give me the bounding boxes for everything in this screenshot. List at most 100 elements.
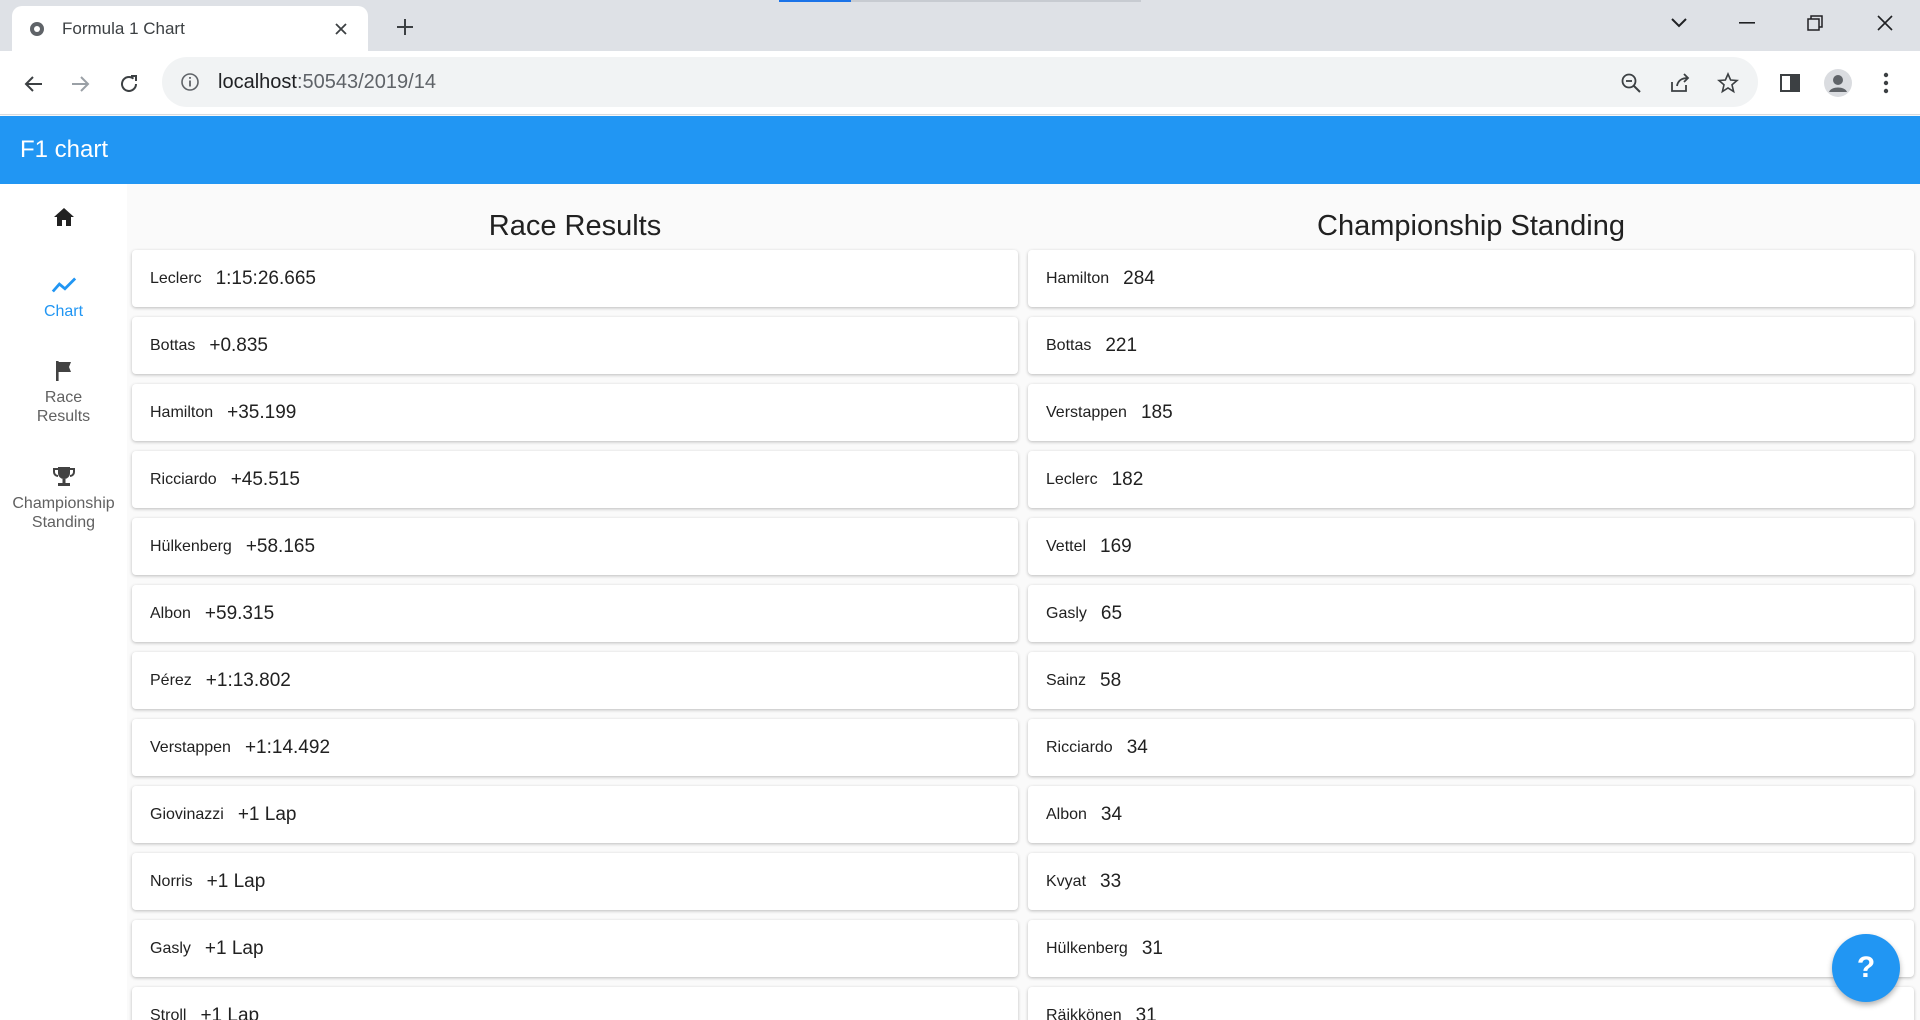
race-result-row: Pérez +1:13.802 — [132, 652, 1018, 709]
race-result-row: Stroll +1 Lap — [132, 987, 1018, 1020]
app-title: F1 chart — [20, 136, 109, 163]
race-results-list: Leclerc 1:15:26.665 Bottas +0.835 Hamilton +3… — [132, 250, 1018, 1020]
race-result-row: Norris +1 Lap — [132, 853, 1018, 910]
standing-driver-name: Räikkönen — [1046, 1006, 1122, 1020]
standing-row: Gasly 65 — [1028, 585, 1914, 642]
minimize-icon[interactable] — [1724, 4, 1770, 42]
standing-value: 31 — [1135, 1004, 1157, 1020]
race-result-value: +35.199 — [227, 401, 297, 423]
standing-driver-name: Albon — [1046, 805, 1087, 823]
standing-driver-name: Hamilton — [1046, 269, 1110, 287]
championship-column: Championship Standing Hamilton 284 Bottas 2… — [1028, 184, 1914, 1020]
address-bar[interactable]: localhost:50543/2019/14 — [162, 57, 1758, 107]
race-result-value: +58.165 — [245, 535, 316, 557]
race-result-driver-name: Hamilton — [150, 403, 214, 421]
tab-title: Formula 1 Chart — [62, 18, 185, 38]
race-result-driver-name: Gasly — [150, 939, 191, 957]
race-result-value: +1:14.492 — [244, 736, 331, 758]
standing-value: 169 — [1100, 535, 1132, 557]
flag-icon — [51, 358, 77, 384]
race-result-row: Albon +59.315 — [132, 585, 1018, 642]
share-icon[interactable] — [1667, 70, 1693, 96]
standing-row: Hamilton 284 — [1028, 250, 1914, 307]
flutter-favicon-icon — [28, 20, 46, 38]
race-result-driver-name: Pérez — [150, 671, 192, 689]
reload-icon[interactable] — [112, 67, 146, 101]
home-icon — [51, 204, 77, 230]
rail-label-championship-standing: Championship Standing — [12, 495, 115, 531]
championship-list: Hamilton 284 Bottas 221 Verstappen 185 Leclerc… — [1028, 250, 1914, 1020]
standing-row: Leclerc 182 — [1028, 451, 1914, 508]
standing-driver-name: Verstappen — [1046, 403, 1127, 421]
race-results-title: Race Results — [488, 210, 662, 242]
browser-menu-icon[interactable] — [1870, 67, 1902, 99]
main-content: Race Results Leclerc 1:15:26.665 Bottas +0.… — [127, 184, 1920, 1020]
bookmark-star-icon[interactable] — [1715, 70, 1741, 96]
app-bar: F1 chart — [0, 116, 1920, 184]
standing-row: Räikkönen 31 — [1028, 987, 1914, 1020]
race-result-row: Leclerc 1:15:26.665 — [132, 250, 1018, 307]
race-result-value: +1 Lap — [206, 870, 266, 892]
rail-item-race-results[interactable]: Race Results — [0, 358, 127, 426]
standing-value: 34 — [1100, 803, 1123, 825]
url-host: localhost — [218, 70, 297, 93]
race-result-value: +0.835 — [209, 334, 269, 356]
site-info-icon[interactable] — [178, 70, 202, 94]
close-window-icon[interactable] — [1862, 4, 1908, 42]
race-result-driver-name: Bottas — [150, 336, 196, 354]
championship-title: Championship Standing — [1317, 210, 1625, 242]
tab-search-icon[interactable] — [1656, 4, 1702, 42]
standing-value: 221 — [1105, 334, 1138, 356]
url-path: :50543/2019/14 — [296, 70, 436, 93]
standing-row: Albon 34 — [1028, 786, 1914, 843]
race-result-driver-name: Albon — [150, 604, 191, 622]
restore-icon[interactable] — [1792, 4, 1838, 42]
race-result-value: +1 Lap — [200, 1004, 260, 1020]
race-result-driver-name: Stroll — [150, 1006, 187, 1020]
race-result-row: Verstappen +1:14.492 — [132, 719, 1018, 776]
back-icon[interactable] — [16, 67, 50, 101]
standing-driver-name: Leclerc — [1046, 470, 1098, 488]
race-result-row: Gasly +1 Lap — [132, 920, 1018, 977]
standing-row: Bottas 221 — [1028, 317, 1914, 374]
browser-toolbar: localhost:50543/2019/14 — [0, 51, 1920, 115]
standing-value: 33 — [1100, 870, 1122, 892]
standing-row: Ricciardo 34 — [1028, 719, 1914, 776]
standing-row: Vettel 169 — [1028, 518, 1914, 575]
standing-row: Hülkenberg 31 — [1028, 920, 1914, 977]
browser-tab[interactable]: Formula 1 Chart — [12, 6, 368, 51]
rail-item-chart[interactable]: Chart — [0, 272, 127, 321]
race-result-value: 1:15:26.665 — [215, 267, 316, 289]
rail-item-home[interactable] — [0, 204, 127, 234]
standing-driver-name: Sainz — [1046, 671, 1087, 689]
help-button[interactable]: ? — [1832, 934, 1900, 1002]
race-result-value: +1 Lap — [237, 803, 297, 825]
standing-row: Sainz 58 — [1028, 652, 1914, 709]
race-result-driver-name: Norris — [150, 872, 193, 890]
race-results-column: Race Results Leclerc 1:15:26.665 Bottas +0.… — [132, 184, 1018, 1020]
show-chart-icon — [51, 272, 77, 298]
race-result-row: Ricciardo +45.515 — [132, 451, 1018, 508]
standing-driver-name: Vettel — [1046, 537, 1087, 555]
loading-indicator — [779, 0, 851, 2]
standing-value: 58 — [1100, 669, 1122, 691]
zoom-icon[interactable] — [1618, 70, 1644, 96]
race-result-driver-name: Giovinazzi — [150, 805, 224, 823]
standing-driver-name: Kvyat — [1046, 872, 1087, 890]
race-result-row: Hamilton +35.199 — [132, 384, 1018, 441]
forward-icon[interactable] — [64, 67, 98, 101]
side-panel-icon[interactable] — [1774, 67, 1806, 99]
navigation-rail: Chart Race Results Championship Standing — [0, 184, 127, 1020]
trophy-icon — [51, 464, 77, 490]
profile-avatar-icon[interactable] — [1822, 67, 1854, 99]
standing-value: 34 — [1126, 736, 1148, 758]
race-result-value: +59.315 — [204, 602, 275, 624]
tab-close-icon[interactable] — [330, 18, 352, 40]
rail-label-chart: Chart — [43, 303, 84, 320]
race-result-value: +1:13.802 — [205, 669, 291, 691]
standing-driver-name: Bottas — [1046, 336, 1092, 354]
rail-item-championship-standing[interactable]: Championship Standing — [0, 464, 127, 532]
race-result-driver-name: Ricciardo — [150, 470, 217, 488]
new-tab-icon[interactable] — [390, 12, 420, 42]
standing-row: Verstappen 185 — [1028, 384, 1914, 441]
